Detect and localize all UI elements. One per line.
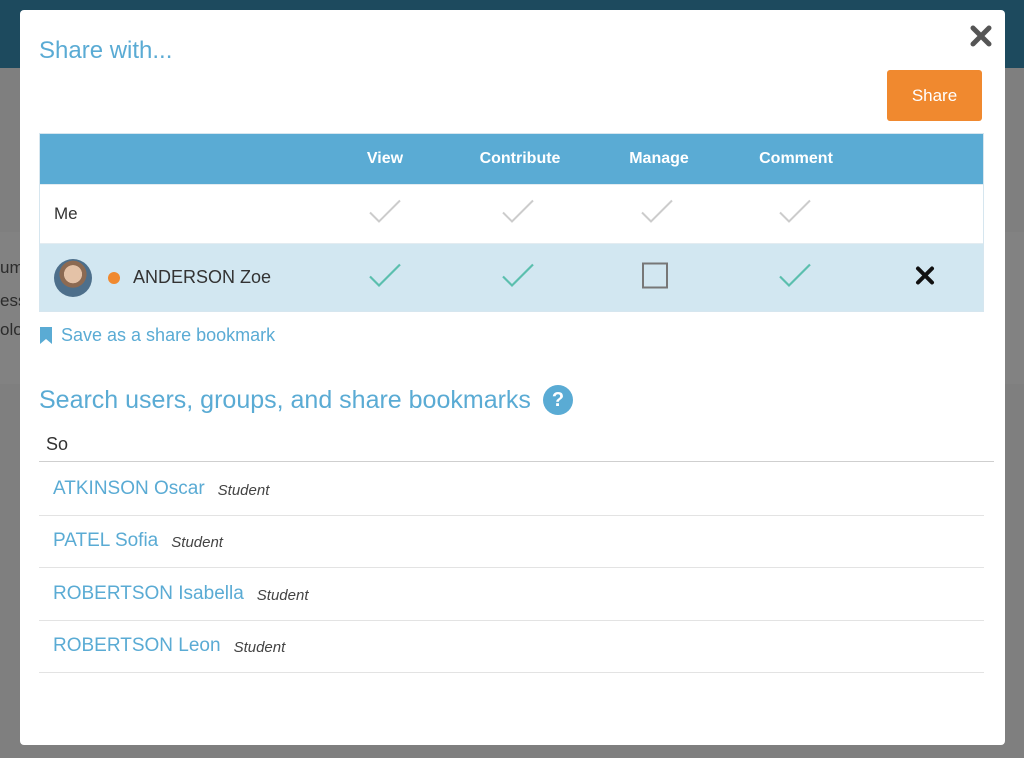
share-dialog: Share with... Share View Contribute Mana…: [20, 10, 1005, 745]
result-role: Student: [171, 534, 223, 552]
column-header-comment: Comment: [759, 150, 833, 167]
remove-user-icon[interactable]: [915, 265, 935, 290]
column-header-manage: Manage: [629, 150, 689, 167]
list-item[interactable]: ROBERTSON Leon Student: [39, 621, 984, 673]
result-role: Student: [233, 639, 286, 657]
search-heading-text: Search users, groups, and share bookmark…: [39, 385, 531, 414]
result-role: Student: [217, 481, 270, 499]
manage-checkbox[interactable]: [641, 261, 669, 294]
check-icon-comment-disabled: [778, 199, 812, 230]
save-bookmark-link[interactable]: Save as a share bookmark: [39, 325, 275, 346]
check-icon-manage-disabled: [640, 199, 674, 230]
permission-row-me: Me: [40, 184, 983, 243]
search-heading: Search users, groups, and share bookmark…: [39, 385, 573, 415]
list-item[interactable]: ATKINSON Oscar Student: [39, 463, 984, 516]
result-role: Student: [256, 586, 309, 604]
share-button[interactable]: Share: [887, 70, 982, 121]
check-icon-comment[interactable]: [778, 262, 812, 293]
permission-row-user: ANDERSON Zoe: [40, 243, 983, 311]
search-results-list: ATKINSON Oscar Student PATEL Sofia Stude…: [39, 463, 984, 673]
dialog-title: Share with...: [39, 37, 173, 64]
bookmark-icon: [40, 326, 52, 344]
column-header-view: View: [366, 150, 404, 167]
permissions-header: View Contribute Manage Comment: [40, 134, 983, 184]
row-label-me: Me: [54, 204, 78, 223]
column-header-contribute: Contribute: [479, 150, 561, 167]
row-label-user: ANDERSON Zoe: [133, 267, 272, 287]
check-icon-view[interactable]: [368, 262, 402, 293]
check-icon-contribute[interactable]: [501, 262, 535, 293]
search-input[interactable]: [39, 428, 994, 462]
help-icon[interactable]: ?: [542, 385, 573, 415]
result-name: ROBERTSON Isabella: [53, 582, 244, 604]
check-icon-view-disabled: [368, 199, 402, 230]
result-name: ATKINSON Oscar: [53, 477, 205, 499]
list-item[interactable]: ROBERTSON Isabella Student: [39, 568, 984, 621]
permissions-table: View Contribute Manage Comment Me ANDERS…: [39, 133, 984, 312]
save-bookmark-label: Save as a share bookmark: [61, 325, 276, 345]
avatar: [54, 259, 92, 297]
close-icon[interactable]: [969, 24, 993, 48]
status-dot-icon: [108, 272, 120, 284]
result-name: ROBERTSON Leon: [53, 635, 221, 657]
list-item[interactable]: PATEL Sofia Student: [39, 516, 984, 568]
check-icon-contribute-disabled: [501, 199, 535, 230]
result-name: PATEL Sofia: [53, 530, 159, 552]
